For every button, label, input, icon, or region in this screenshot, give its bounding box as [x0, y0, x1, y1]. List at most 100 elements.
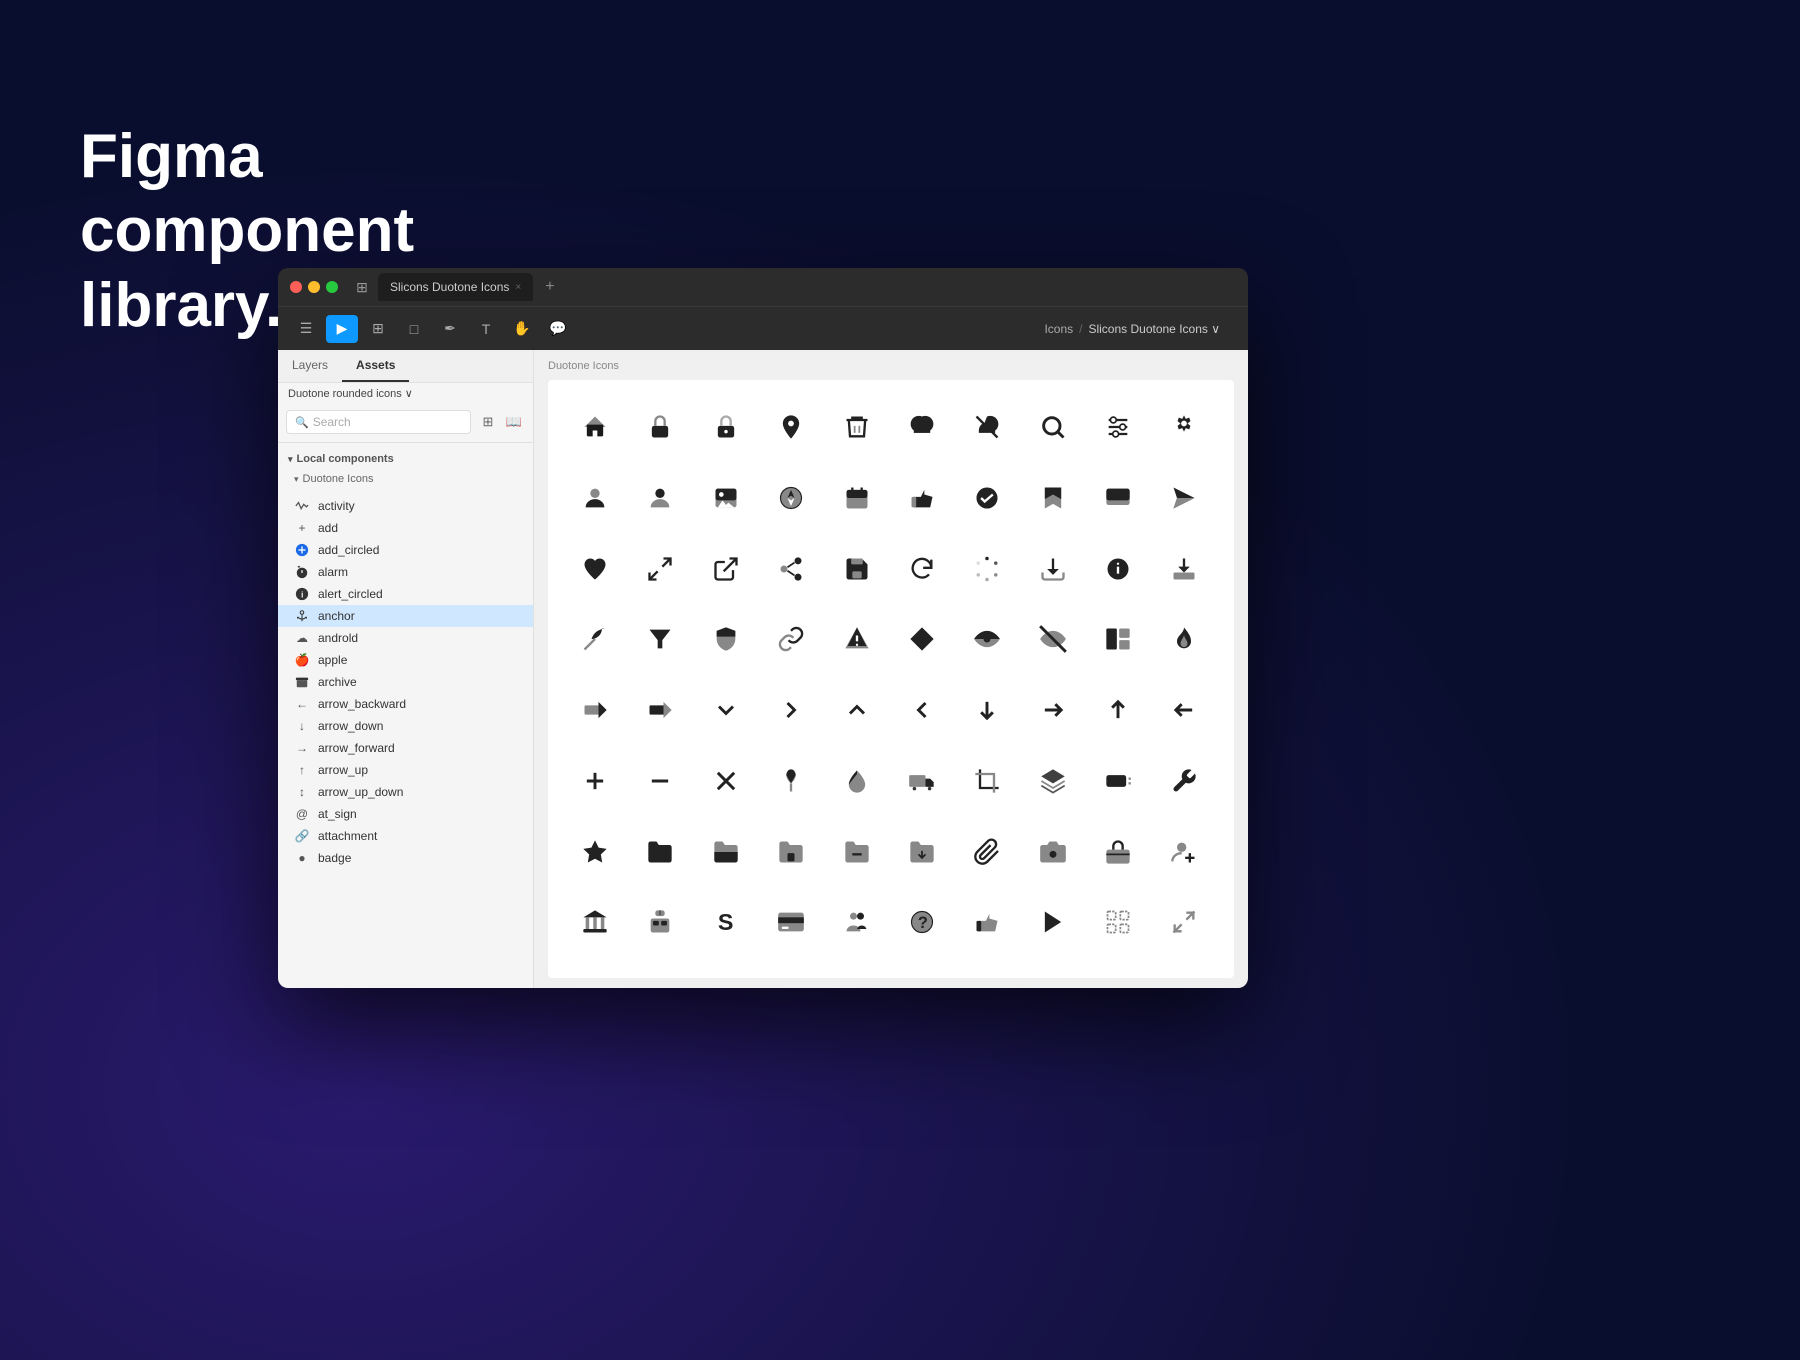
icon-cell-credit-card[interactable]: [760, 891, 822, 953]
icon-cell-flame[interactable]: [1153, 608, 1215, 670]
icon-cell-lock2[interactable]: [695, 396, 757, 458]
tab-assets[interactable]: Assets: [342, 350, 409, 382]
list-item[interactable]: ↕ arrow_up_down: [278, 781, 533, 803]
list-item[interactable]: 🔗 attachment: [278, 825, 533, 847]
icon-cell-warning[interactable]: [826, 608, 888, 670]
icon-cell-download[interactable]: [1022, 538, 1084, 600]
icon-cell-arrow-right-fill[interactable]: [564, 679, 626, 741]
list-item[interactable]: archive: [278, 671, 533, 693]
icon-cell-arrow-down2[interactable]: [956, 679, 1018, 741]
list-item[interactable]: 🍎 apple: [278, 649, 533, 671]
icon-cell-bell[interactable]: [891, 396, 953, 458]
icon-cell-bell-off[interactable]: [956, 396, 1018, 458]
icon-cell-settings[interactable]: [1153, 396, 1215, 458]
breadcrumb-current[interactable]: Slicons Duotone Icons ∨: [1088, 322, 1220, 336]
duotone-icons-header[interactable]: ▾ Duotone Icons: [288, 469, 523, 489]
icon-cell-location[interactable]: [760, 396, 822, 458]
icon-cell-select[interactable]: [1087, 891, 1149, 953]
local-components-header[interactable]: ▾ Local components: [288, 449, 523, 469]
list-item[interactable]: @ at_sign: [278, 803, 533, 825]
icon-cell-heart[interactable]: [564, 538, 626, 600]
icon-cell-link[interactable]: [760, 608, 822, 670]
icon-cell-shield[interactable]: [695, 608, 757, 670]
icon-cell-close[interactable]: [695, 750, 757, 812]
icon-cell-eye[interactable]: [956, 608, 1018, 670]
icon-cell-layout[interactable]: [1087, 608, 1149, 670]
icon-cell-pin[interactable]: [760, 750, 822, 812]
icon-cell-trash[interactable]: [826, 396, 888, 458]
icon-cell-image[interactable]: [695, 467, 757, 529]
icon-cell-thumbup[interactable]: [891, 467, 953, 529]
icon-cell-refresh[interactable]: [891, 538, 953, 600]
icon-cell-user2[interactable]: [629, 467, 691, 529]
icon-cell-help[interactable]: ?: [891, 891, 953, 953]
list-item[interactable]: anchor: [278, 605, 533, 627]
icon-cell-thumbup2[interactable]: [956, 891, 1018, 953]
icon-cell-camera[interactable]: [1022, 821, 1084, 883]
breadcrumb-parent[interactable]: Icons: [1044, 322, 1073, 336]
icon-cell-shrink[interactable]: [1153, 891, 1215, 953]
icon-cell-crop[interactable]: [956, 750, 1018, 812]
icon-cell-folder-download[interactable]: [891, 821, 953, 883]
icon-cell-bank[interactable]: [564, 891, 626, 953]
icon-cell-send[interactable]: [1153, 467, 1215, 529]
list-item[interactable]: add_circled: [278, 539, 533, 561]
icon-cell-star[interactable]: [564, 821, 626, 883]
icon-cell-play[interactable]: [1022, 891, 1084, 953]
icon-cell-battery[interactable]: [1087, 750, 1149, 812]
icon-cell-bookmark[interactable]: [1022, 467, 1084, 529]
icon-cell-arrow-right3[interactable]: [1022, 679, 1084, 741]
icon-cell-wrench[interactable]: [1153, 750, 1215, 812]
list-item[interactable]: ↑ arrow_up: [278, 759, 533, 781]
icon-cell-paperclip[interactable]: [956, 821, 1018, 883]
list-item[interactable]: → arrow_forward: [278, 737, 533, 759]
icon-cell-lock[interactable]: [629, 396, 691, 458]
icon-cell-eye-off[interactable]: [1022, 608, 1084, 670]
list-item[interactable]: ☁ androld: [278, 627, 533, 649]
icon-cell-plus[interactable]: [564, 750, 626, 812]
icon-cell-compass[interactable]: [760, 467, 822, 529]
icon-cell-calendar[interactable]: [826, 467, 888, 529]
icon-cell-folder-file[interactable]: [760, 821, 822, 883]
icon-cell-loading[interactable]: [956, 538, 1018, 600]
icon-cell-layers[interactable]: [1022, 750, 1084, 812]
list-item[interactable]: ← arrow_backward: [278, 693, 533, 715]
icon-cell-download2[interactable]: [1153, 538, 1215, 600]
list-item[interactable]: activity: [278, 495, 533, 517]
icon-cell-message[interactable]: [1087, 467, 1149, 529]
icon-cell-info[interactable]: [1087, 538, 1149, 600]
list-item[interactable]: ↓ arrow_down: [278, 715, 533, 737]
icon-cell-toolbox[interactable]: [1087, 821, 1149, 883]
icon-cell-expand[interactable]: [629, 538, 691, 600]
list-view-button[interactable]: 📖: [503, 411, 525, 433]
icon-cell-people[interactable]: [826, 891, 888, 953]
icon-cell-arrow-left[interactable]: [1153, 679, 1215, 741]
icon-cell-external-link[interactable]: [695, 538, 757, 600]
icon-cell-search[interactable]: [1022, 396, 1084, 458]
icon-cell-chevron-down[interactable]: [695, 679, 757, 741]
icon-cell-check-circle[interactable]: [956, 467, 1018, 529]
icon-cell-folder-open[interactable]: [695, 821, 757, 883]
list-item[interactable]: i alert_circled: [278, 583, 533, 605]
search-input-wrapper[interactable]: 🔍 Search: [286, 410, 471, 434]
icon-cell-chevron-right[interactable]: [760, 679, 822, 741]
dropdown-selector[interactable]: Duotone rounded icons ∨: [278, 383, 533, 402]
icon-cell-truck[interactable]: [891, 750, 953, 812]
icon-cell-user[interactable]: [564, 467, 626, 529]
icon-cell-save[interactable]: [826, 538, 888, 600]
icon-cell-chevron-up[interactable]: [826, 679, 888, 741]
list-item[interactable]: alarm: [278, 561, 533, 583]
icon-cell-filter[interactable]: [629, 608, 691, 670]
icon-cell-chevron-left[interactable]: [891, 679, 953, 741]
icon-cell-leaf[interactable]: [564, 608, 626, 670]
icon-cell-user-add[interactable]: [1153, 821, 1215, 883]
icon-cell-share[interactable]: [760, 538, 822, 600]
icon-cell-drop[interactable]: [826, 750, 888, 812]
tab-layers[interactable]: Layers: [278, 350, 342, 382]
icon-cell-robot[interactable]: [629, 891, 691, 953]
grid-view-button[interactable]: ⊞: [477, 411, 499, 433]
icon-cell-diamond[interactable]: [891, 608, 953, 670]
list-item[interactable]: + add: [278, 517, 533, 539]
icon-cell-folder-minus[interactable]: [826, 821, 888, 883]
icon-cell-home[interactable]: [564, 396, 626, 458]
